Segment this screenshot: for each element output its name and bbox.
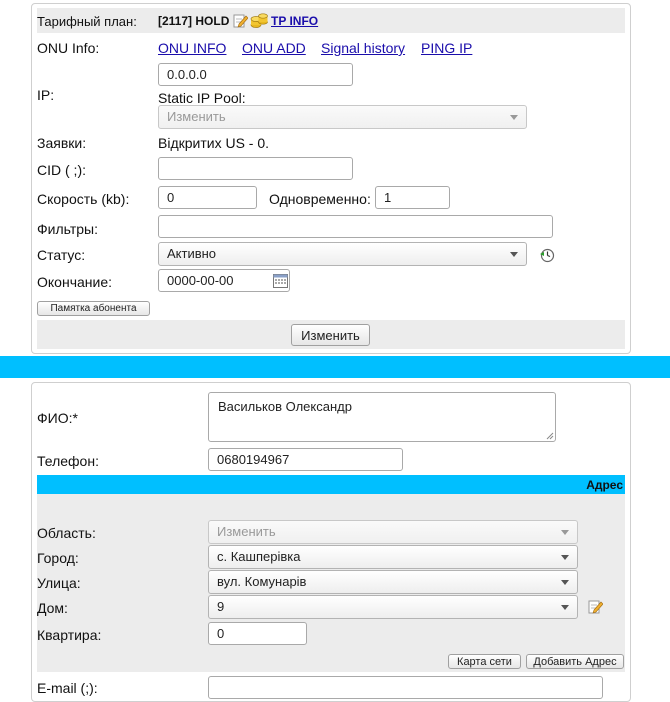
- status-select-value: Активно: [167, 246, 217, 261]
- resize-handle-icon[interactable]: [546, 432, 554, 440]
- edit-icon[interactable]: [233, 13, 249, 31]
- status-history-clock-icon[interactable]: [539, 247, 555, 266]
- region-label: Область:: [37, 525, 96, 541]
- onu-add-link[interactable]: ONU ADD: [242, 40, 306, 56]
- simultaneous-input[interactable]: [375, 186, 450, 209]
- static-ip-pool-select[interactable]: Изменить: [158, 105, 527, 129]
- signal-history-link[interactable]: Signal history: [321, 40, 405, 56]
- house-select[interactable]: 9: [208, 595, 578, 619]
- phone-input[interactable]: [208, 448, 403, 471]
- filters-label: Фильтры:: [37, 221, 98, 237]
- network-map-button[interactable]: Карта сети: [448, 654, 521, 669]
- requests-value: Відкритих US - 0.: [158, 135, 270, 151]
- subscriber-info-panel: ФИО:* Васильков Олександр Телефон: Адрес…: [31, 382, 631, 702]
- speed-input[interactable]: [158, 186, 257, 209]
- expiry-label: Окончание:: [37, 274, 112, 290]
- static-ip-pool-select-value: Изменить: [167, 109, 226, 124]
- tariff-label: Тарифный план:: [37, 14, 137, 29]
- section-divider-band: [0, 356, 670, 378]
- chevron-down-icon: [510, 115, 518, 120]
- street-label: Улица:: [37, 575, 81, 591]
- chevron-down-icon: [561, 580, 569, 585]
- cid-label: CID ( ;):: [37, 162, 86, 178]
- cid-input[interactable]: [158, 157, 353, 180]
- static-ip-pool-label: Static IP Pool:: [158, 90, 246, 106]
- onu-info-label: ONU Info:: [37, 40, 100, 56]
- street-select-value: вул. Комунарів: [217, 574, 307, 589]
- fio-textarea-value: Васильков Олександр: [218, 399, 352, 414]
- chevron-down-icon: [561, 555, 569, 560]
- fio-textarea[interactable]: Васильков Олександр: [208, 392, 556, 442]
- chevron-down-icon: [510, 252, 518, 257]
- simultaneous-label: Одновременно:: [269, 191, 371, 207]
- change-button[interactable]: Изменить: [291, 324, 370, 346]
- calendar-icon[interactable]: [273, 273, 288, 291]
- tp-info-link[interactable]: TP INFO: [271, 14, 318, 28]
- add-address-button[interactable]: Добавить Адрес: [526, 654, 624, 669]
- ping-ip-link[interactable]: PING IP: [421, 40, 472, 56]
- chevron-down-icon: [561, 530, 569, 535]
- street-select[interactable]: вул. Комунарів: [208, 570, 578, 594]
- fio-label: ФИО:*: [37, 410, 78, 426]
- phone-label: Телефон:: [37, 453, 99, 469]
- ip-input[interactable]: [158, 63, 353, 86]
- address-header-bar: Адрес: [37, 475, 625, 494]
- filters-input[interactable]: [158, 215, 553, 238]
- subscriber-memo-button[interactable]: Памятка абонента: [37, 301, 150, 316]
- onu-info-link[interactable]: ONU INFO: [158, 40, 226, 56]
- address-header-title: Адрес: [586, 478, 623, 492]
- coins-icon[interactable]: [250, 12, 268, 32]
- apartment-label: Квартира:: [37, 627, 102, 643]
- email-label: E-mail (;):: [37, 680, 98, 696]
- edit-house-icon[interactable]: [588, 599, 604, 617]
- chevron-down-icon: [561, 605, 569, 610]
- status-select[interactable]: Активно: [158, 242, 527, 266]
- service-panel: Тарифный план: [2117] HOLD TP INFO ONU I…: [31, 3, 631, 354]
- expiry-date-input[interactable]: [158, 269, 290, 292]
- city-select-value: с. Кашперівка: [217, 549, 301, 564]
- city-label: Город:: [37, 550, 79, 566]
- house-label: Дом:: [37, 600, 68, 616]
- apartment-input[interactable]: [208, 622, 307, 645]
- status-label: Статус:: [37, 247, 86, 263]
- region-select-value: Изменить: [217, 524, 276, 539]
- region-select[interactable]: Изменить: [208, 520, 578, 544]
- email-input[interactable]: [208, 676, 603, 699]
- city-select[interactable]: с. Кашперівка: [208, 545, 578, 569]
- speed-label: Скорость (kb):: [37, 191, 130, 207]
- ip-label: IP:: [37, 87, 55, 103]
- house-select-value: 9: [217, 599, 225, 614]
- requests-label: Заявки:: [37, 135, 87, 151]
- tariff-value: [2117] HOLD: [158, 14, 230, 28]
